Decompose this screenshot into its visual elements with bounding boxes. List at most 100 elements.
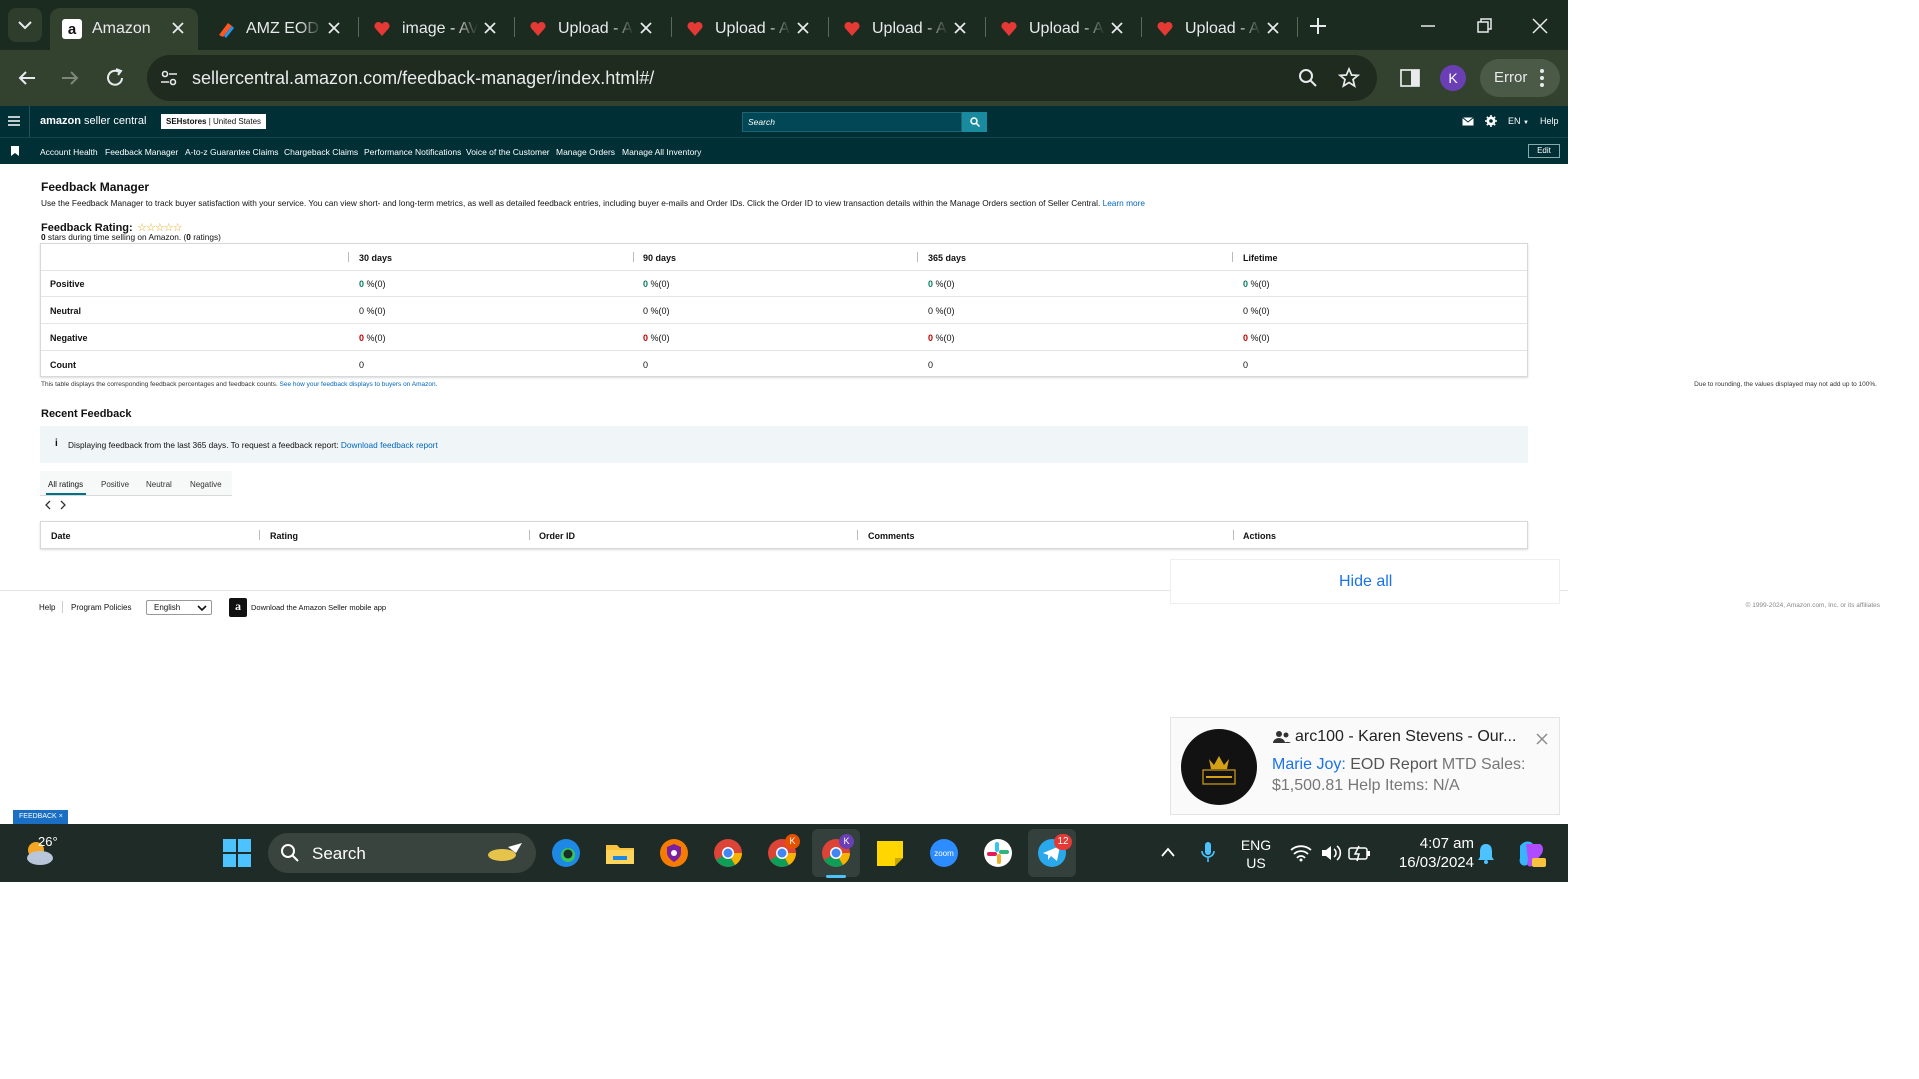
input-language[interactable]: ENG US <box>1240 836 1272 872</box>
close-icon[interactable] <box>793 18 813 38</box>
windows-start-icon[interactable] <box>222 838 252 868</box>
wifi-icon[interactable] <box>1290 844 1312 862</box>
zoom-icon[interactable]: zoom <box>927 836 961 870</box>
chrome-icon[interactable] <box>711 836 745 870</box>
back-arrow-icon[interactable] <box>14 65 40 91</box>
tab-upload-1[interactable]: Upload - A <box>516 8 666 50</box>
reload-icon[interactable] <box>102 65 128 91</box>
nav-chargeback-claims[interactable]: Chargeback Claims <box>284 147 358 157</box>
learn-more-link[interactable]: Learn more <box>1103 198 1145 208</box>
edge-icon[interactable] <box>549 836 583 870</box>
bookmark-icon[interactable] <box>11 146 19 156</box>
tab-positive[interactable]: Positive <box>101 480 129 489</box>
nav-performance-notifications[interactable]: Performance Notifications <box>364 147 461 157</box>
search-button[interactable] <box>962 112 987 132</box>
close-window-icon[interactable] <box>1528 14 1552 38</box>
logo-amazon: amazon <box>40 115 81 127</box>
footnote-link[interactable]: See how your feedback displays to buyers… <box>280 381 438 388</box>
forward-arrow-icon[interactable] <box>57 65 83 91</box>
microphone-icon[interactable] <box>1200 840 1216 866</box>
file-explorer-icon[interactable] <box>603 836 637 870</box>
divider <box>29 106 30 137</box>
footer-help-link[interactable]: Help <box>39 603 55 612</box>
tab-search-button[interactable] <box>8 8 42 42</box>
tab-amazon[interactable]: a Amazon <box>50 8 198 50</box>
taskbar-search[interactable]: Search <box>268 833 536 873</box>
footer-policies-link[interactable]: Program Policies <box>71 603 131 612</box>
table-footnote: This table displays the corresponding fe… <box>41 381 437 388</box>
battery-icon[interactable] <box>1348 844 1372 862</box>
close-icon[interactable] <box>1107 18 1127 38</box>
gear-icon[interactable] <box>1485 115 1497 127</box>
volume-icon[interactable] <box>1320 843 1342 863</box>
heart-logo-icon <box>1157 21 1173 36</box>
hamburger-menu-icon[interactable] <box>8 116 20 126</box>
tab-image[interactable]: image - AV <box>360 8 510 50</box>
tab-all-ratings[interactable]: All ratings <box>48 480 83 489</box>
search-input[interactable]: Search <box>742 112 962 132</box>
language-selector[interactable]: EN ▼ <box>1508 116 1529 126</box>
address-bar[interactable]: sellercentral.amazon.com/feedback-manage… <box>147 55 1377 101</box>
close-icon[interactable] <box>636 18 656 38</box>
notification-bell-icon[interactable] <box>1476 842 1496 864</box>
tab-upload-2[interactable]: Upload - A <box>673 8 823 50</box>
side-panel-icon[interactable] <box>1398 66 1422 90</box>
cell-suffix: %(0) <box>933 333 955 343</box>
close-icon[interactable] <box>480 18 500 38</box>
tab-upload-3[interactable]: Upload - A <box>830 8 980 50</box>
nav-feedback-manager[interactable]: Feedback Manager <box>105 147 178 157</box>
minimize-icon[interactable] <box>1416 14 1440 38</box>
cell-90-days: 0 %(0) <box>643 279 670 289</box>
column-divider <box>348 252 349 262</box>
slack-icon[interactable] <box>981 836 1015 870</box>
cell-suffix: %(0) <box>364 279 386 289</box>
store-switcher[interactable]: SEHstores | United States <box>161 114 267 129</box>
footer-language-select[interactable]: English <box>146 600 212 615</box>
download-app-link[interactable]: Download the Amazon Seller mobile app <box>251 603 386 612</box>
store-name: SEHstores <box>166 117 207 126</box>
cell-90-days: 0 <box>643 360 649 370</box>
download-report-link[interactable]: Download feedback report <box>341 440 438 450</box>
nav-a-to-z-claims[interactable]: A-to-z Guarantee Claims <box>185 147 279 157</box>
tab-upload-5[interactable]: Upload - A <box>1143 8 1293 50</box>
edit-nav-button[interactable]: Edit <box>1528 144 1560 158</box>
clock[interactable]: 4:07 am 16/03/2024 <box>1384 834 1474 872</box>
profile-avatar[interactable]: K <box>1440 65 1466 91</box>
help-link[interactable]: Help <box>1540 116 1559 126</box>
chevron-right-icon[interactable] <box>59 500 67 510</box>
seller-central-logo[interactable]: amazon seller central <box>40 115 146 127</box>
close-icon[interactable]: × <box>59 813 63 820</box>
zoom-icon[interactable] <box>1297 67 1319 89</box>
error-button[interactable]: Error <box>1480 59 1560 97</box>
close-icon[interactable] <box>950 18 970 38</box>
column-divider <box>917 252 918 262</box>
close-icon[interactable] <box>324 18 344 38</box>
new-tab-plus-icon[interactable] <box>1306 14 1330 38</box>
close-icon[interactable] <box>168 18 188 38</box>
feedback-tab[interactable]: FEEDBACK × <box>13 810 68 824</box>
mail-icon[interactable] <box>1462 117 1474 126</box>
vpn-shield-icon[interactable] <box>657 836 691 870</box>
close-icon[interactable] <box>1263 18 1283 38</box>
site-settings-icon[interactable] <box>159 68 179 88</box>
amazon-app-icon[interactable]: a <box>229 598 247 617</box>
nav-manage-orders[interactable]: Manage Orders <box>556 147 615 157</box>
tab-neutral[interactable]: Neutral <box>146 480 172 489</box>
nav-account-health[interactable]: Account Health <box>40 147 98 157</box>
nav-manage-inventory[interactable]: Manage All Inventory <box>622 147 701 157</box>
bookmark-star-icon[interactable] <box>1337 66 1361 90</box>
copilot-icon[interactable] <box>1514 838 1546 870</box>
sticky-notes-icon[interactable] <box>873 836 907 870</box>
notification-toast[interactable]: arc100 - Karen Stevens - Our... Marie Jo… <box>1170 717 1560 815</box>
caret-down-icon: ▼ <box>1523 120 1529 126</box>
tab-negative[interactable]: Negative <box>190 480 222 489</box>
chevron-up-icon[interactable] <box>1160 846 1176 858</box>
tab-upload-4[interactable]: Upload - A <box>987 8 1137 50</box>
hide-all-button[interactable]: Hide all <box>1339 573 1392 591</box>
column-divider <box>1232 252 1233 262</box>
close-icon[interactable] <box>1535 732 1549 746</box>
tab-amz-eod[interactable]: AMZ EOD <box>204 8 354 50</box>
chevron-left-icon[interactable] <box>44 500 52 510</box>
nav-voice-of-customer[interactable]: Voice of the Customer <box>466 147 550 157</box>
restore-icon[interactable] <box>1472 14 1496 38</box>
